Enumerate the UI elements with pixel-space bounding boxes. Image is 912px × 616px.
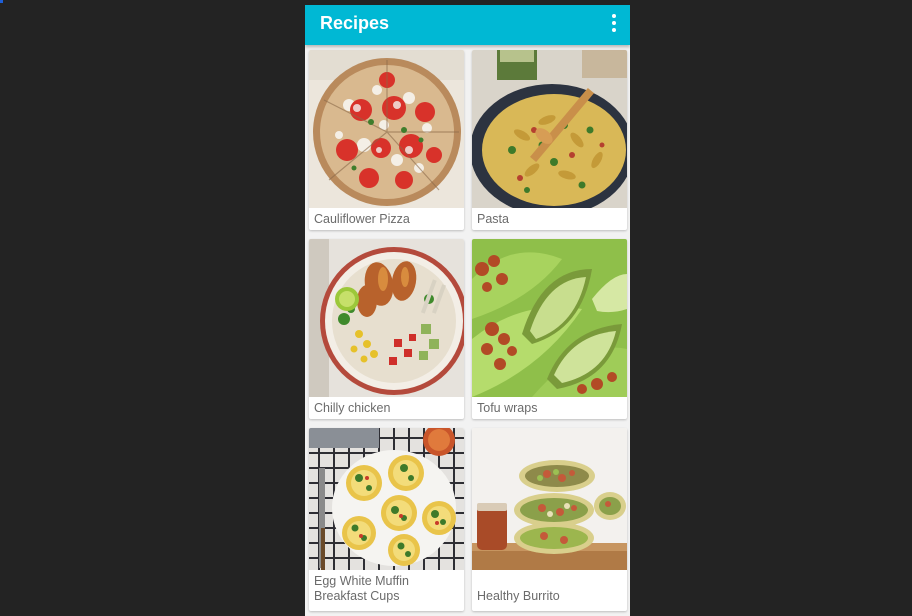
window-corner-marker — [0, 0, 3, 3]
app-title: Recipes — [320, 13, 390, 33]
recipe-name: Cauliflower Pizza — [314, 212, 410, 226]
recipe-name: Pasta — [477, 212, 509, 226]
app-bar: Recipes — [305, 5, 630, 45]
recipe-name: Tofu wraps — [477, 401, 538, 415]
lettuce-wrap-image — [472, 239, 627, 397]
recipe-name: Egg White Muffin Breakfast Cups — [314, 574, 409, 603]
recipe-name: Healthy Burrito — [477, 589, 560, 603]
recipe-card-chilly-chicken[interactable]: Chilly chicken — [309, 239, 464, 419]
recipe-name: Chilly chicken — [314, 401, 391, 415]
chicken-bowl-image — [309, 239, 464, 397]
recipe-card-healthy-burrito[interactable]: Healthy Burrito — [472, 428, 627, 611]
recipe-card-cauliflower-pizza[interactable]: Cauliflower Pizza — [309, 50, 464, 230]
egg-muffin-image — [309, 428, 464, 570]
more-vert-icon[interactable] — [608, 12, 620, 34]
burrito-image — [472, 428, 627, 570]
app-screen: Recipes Cauliflower Pizza Pasta Chilly c… — [305, 5, 630, 616]
recipe-card-egg-white-muffin[interactable]: Egg White Muffin Breakfast Cups — [309, 428, 464, 611]
pasta-image — [472, 50, 627, 208]
pizza-image — [309, 50, 464, 208]
recipe-card-tofu-wraps[interactable]: Tofu wraps — [472, 239, 627, 419]
recipe-card-pasta[interactable]: Pasta — [472, 50, 627, 230]
